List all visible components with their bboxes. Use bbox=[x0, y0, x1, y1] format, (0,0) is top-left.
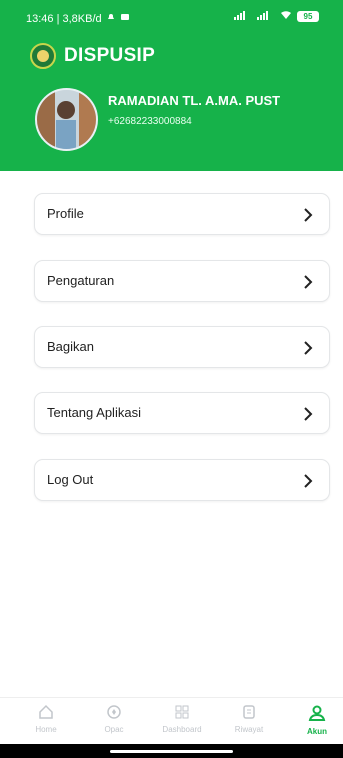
menu-label: Pengaturan bbox=[47, 273, 115, 288]
system-navigation-bar bbox=[0, 744, 343, 758]
status-left: 13:46 | 3,8KB/d bbox=[26, 12, 130, 25]
chevron-right-icon bbox=[304, 208, 313, 222]
menu-label: Profile bbox=[47, 206, 84, 221]
nav-riwayat[interactable]: Riwayat bbox=[221, 704, 277, 742]
chevron-right-icon bbox=[304, 407, 313, 421]
user-name: RAMADIAN TL. A.MA. PUST bbox=[108, 93, 281, 108]
logo-icon bbox=[30, 43, 56, 69]
status-time: 13:46 | 3,8KB/d bbox=[26, 12, 102, 25]
nav-label: Riwayat bbox=[234, 725, 264, 734]
nav-dashboard[interactable]: Dashboard bbox=[154, 704, 210, 742]
battery-icon: 95 bbox=[297, 11, 319, 22]
nav-label: Akun bbox=[307, 727, 327, 736]
compass-icon bbox=[107, 705, 121, 719]
app-header: 13:46 | 3,8KB/d 95 DISPUSIP RAMADIAN TL.… bbox=[0, 0, 343, 171]
nav-opac[interactable]: Opac bbox=[86, 704, 142, 742]
nav-label: Dashboard bbox=[162, 725, 202, 734]
nav-label: Home bbox=[35, 725, 57, 734]
user-icon bbox=[308, 705, 326, 721]
user-phone: +62682233000884 bbox=[108, 116, 192, 127]
dashboard-icon bbox=[175, 705, 189, 719]
chevron-right-icon bbox=[304, 474, 313, 488]
home-icon bbox=[39, 704, 53, 719]
signal-icon bbox=[234, 10, 252, 23]
menu-item-profile[interactable]: Profile bbox=[34, 193, 330, 235]
chevron-right-icon bbox=[304, 341, 313, 355]
nav-akun[interactable]: Akun bbox=[289, 704, 343, 742]
menu-item-tentang-aplikasi[interactable]: Tentang Aplikasi bbox=[34, 392, 330, 434]
app-notification-icon bbox=[120, 12, 130, 25]
signal-icon-2 bbox=[257, 10, 275, 23]
bottom-navigation: Home Opac Dashboard Riwayat Akun bbox=[0, 697, 343, 745]
menu-label: Log Out bbox=[47, 472, 94, 487]
brand: DISPUSIP bbox=[30, 40, 155, 72]
menu-item-pengaturan[interactable]: Pengaturan bbox=[34, 260, 330, 302]
nav-label: Opac bbox=[104, 725, 124, 734]
menu-label: Bagikan bbox=[47, 339, 94, 354]
avatar[interactable] bbox=[35, 88, 98, 151]
chevron-right-icon bbox=[304, 275, 313, 289]
status-bar: 13:46 | 3,8KB/d 95 bbox=[0, 0, 343, 36]
status-right: 95 bbox=[234, 10, 319, 23]
menu-item-log-out[interactable]: Log Out bbox=[34, 459, 330, 501]
home-indicator[interactable] bbox=[110, 750, 233, 753]
notification-icon bbox=[106, 12, 116, 25]
user-profile: RAMADIAN TL. A.MA. PUST +62682233000884 bbox=[35, 88, 335, 154]
nav-home[interactable]: Home bbox=[18, 704, 74, 742]
wifi-icon bbox=[280, 10, 292, 23]
menu-label: Tentang Aplikasi bbox=[47, 405, 141, 420]
menu-item-bagikan[interactable]: Bagikan bbox=[34, 326, 330, 368]
history-icon bbox=[243, 705, 255, 719]
brand-name: DISPUSIP bbox=[64, 45, 156, 66]
